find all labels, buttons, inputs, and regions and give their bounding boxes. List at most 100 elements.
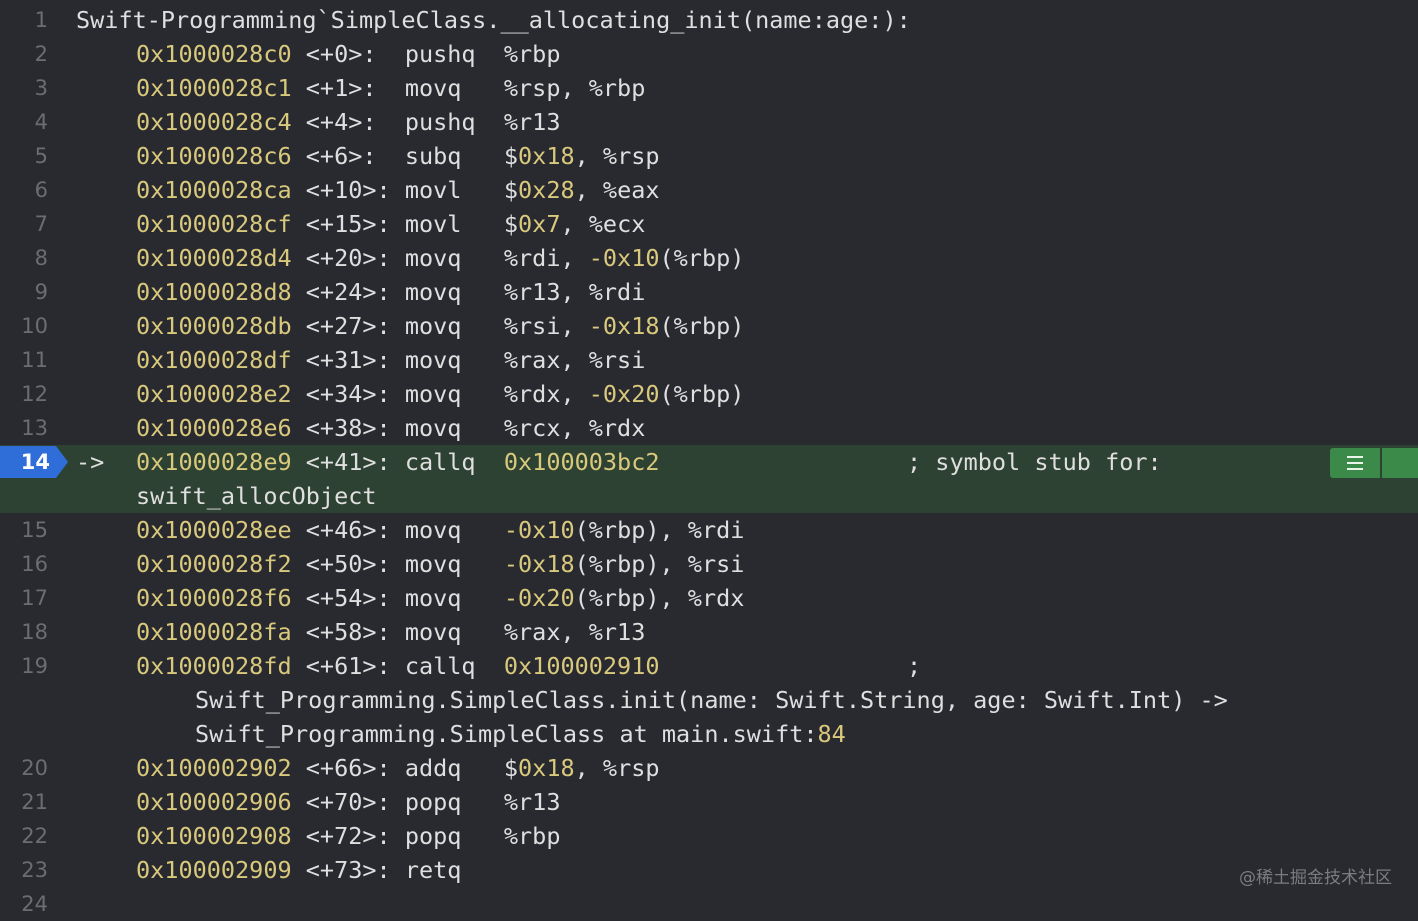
- instruction-address: 0x1000028ee: [136, 516, 292, 544]
- hex-literal: 84: [817, 720, 846, 748]
- code-line[interactable]: 10 0x1000028db <+27>: movq %rsi, -0x18(%r…: [0, 309, 1418, 343]
- instruction-offset: <+66>:: [291, 754, 405, 782]
- code-line[interactable]: 16 0x1000028f2 <+50>: movq -0x18(%rbp), %…: [0, 547, 1418, 581]
- code-line[interactable]: 1 Swift-Programming`SimpleClass.__allocat…: [0, 3, 1418, 37]
- operand-text: %rdi,: [503, 244, 589, 272]
- instruction-address: 0x1000028c4: [136, 108, 292, 136]
- instruction-offset: <+34>:: [291, 380, 405, 408]
- code-line[interactable]: 19 0x1000028fd <+61>: callq 0x100002910;: [0, 649, 1418, 683]
- operand-text: , %eax: [574, 176, 660, 204]
- instruction-mnemonic: movq: [404, 244, 504, 272]
- line-number: 23: [21, 858, 48, 882]
- instruction: 0x1000028d8 <+24>: movq %r13, %rdi: [136, 275, 645, 309]
- code-line[interactable]: 8 0x1000028d4 <+20>: movq %rdi, -0x10(%rb…: [0, 241, 1418, 275]
- operand-text: (%rbp), %rdi: [574, 516, 745, 544]
- operand-text: , %rsp: [574, 142, 660, 170]
- current-instruction-row[interactable]: 14 -> 0x1000028e9 <+41>: callq 0x100003bc2…: [0, 445, 1418, 479]
- operand-text: %r13, %rdi: [503, 278, 646, 306]
- code-line[interactable]: 12 0x1000028e2 <+34>: movq %rdx, -0x20(%r…: [0, 377, 1418, 411]
- code-line[interactable]: 9 0x1000028d8 <+24>: movq %r13, %rdi: [0, 275, 1418, 309]
- instruction-address: 0x1000028e2: [136, 380, 292, 408]
- operand-text: %rsi,: [503, 312, 589, 340]
- code-line[interactable]: 20 0x100002902 <+66>: addq $0x18, %rsp: [0, 751, 1418, 785]
- line-number: 16: [21, 552, 48, 576]
- instruction-comment: ;: [907, 652, 922, 680]
- instruction: 0x1000028c0 <+0>: pushq %rbp: [136, 37, 560, 71]
- instruction-offset: <+31>:: [291, 346, 405, 374]
- instruction-address: 0x1000028c6: [136, 142, 292, 170]
- instruction-address: 0x1000028fa: [136, 618, 292, 646]
- hex-literal: -0x20: [588, 380, 660, 408]
- code-line[interactable]: Swift_Programming.SimpleClass at main.sw…: [0, 717, 1418, 751]
- instruction-offset: <+0>:: [291, 40, 405, 68]
- instruction: 0x1000028d4 <+20>: movq %rdi, -0x10(%rbp…: [136, 241, 744, 275]
- code-line[interactable]: 23 0x100002909 <+73>: retq: [0, 853, 1418, 887]
- code-line[interactable]: 24: [0, 887, 1418, 921]
- instruction: 0x1000028ee <+46>: movq -0x10(%rbp), %rd…: [136, 513, 744, 547]
- line-number: 2: [34, 42, 48, 66]
- instruction-mnemonic: movq: [404, 584, 504, 612]
- instruction-mnemonic: callq: [404, 448, 504, 476]
- code-line[interactable]: 22 0x100002908 <+72>: popq %rbp: [0, 819, 1418, 853]
- instruction-offset: <+27>:: [291, 312, 405, 340]
- code-line[interactable]: 7 0x1000028cf <+15>: movl $0x7, %ecx: [0, 207, 1418, 241]
- instruction-address: 0x1000028e9: [136, 448, 292, 476]
- line-number: 21: [21, 790, 48, 814]
- line-number: 20: [21, 756, 48, 780]
- instruction: 0x100002909 <+73>: retq: [136, 853, 461, 887]
- hex-literal: 0x28: [518, 176, 575, 204]
- operand-text: (%rbp): [659, 312, 745, 340]
- instruction-mnemonic: movl: [404, 176, 504, 204]
- line-number: 5: [34, 144, 48, 168]
- line-number: 7: [34, 212, 48, 236]
- instruction-offset: <+15>:: [291, 210, 405, 238]
- code-line[interactable]: Swift_Programming.SimpleClass.init(name:…: [0, 683, 1418, 717]
- code-line[interactable]: 11 0x1000028df <+31>: movq %rax, %rsi: [0, 343, 1418, 377]
- hex-literal: -0x18: [503, 550, 575, 578]
- operand-text: %r13: [503, 108, 561, 136]
- instruction-mnemonic: movl: [404, 210, 504, 238]
- operand-text: $: [503, 142, 519, 170]
- instruction-offset: <+72>:: [291, 822, 405, 850]
- line-number: 4: [34, 110, 48, 134]
- instruction: 0x100002906 <+70>: popq %r13: [136, 785, 560, 819]
- continue-button[interactable]: [1382, 448, 1418, 478]
- instruction-mnemonic: movq: [404, 312, 504, 340]
- instruction-offset: <+6>:: [291, 142, 405, 170]
- program-counter-marker[interactable]: 14: [0, 446, 68, 478]
- line-number: 8: [34, 246, 48, 270]
- code-line[interactable]: 2 0x1000028c0 <+0>: pushq %rbp: [0, 37, 1418, 71]
- instruction: 0x1000028e9 <+41>: callq 0x100003bc2: [136, 445, 660, 479]
- instruction: 0x1000028db <+27>: movq %rsi, -0x18(%rbp…: [136, 309, 744, 343]
- operand-text: $: [503, 754, 519, 782]
- code-line[interactable]: 5 0x1000028c6 <+6>: subq $0x18, %rsp: [0, 139, 1418, 173]
- code-line[interactable]: 13 0x1000028e6 <+38>: movq %rcx, %rdx: [0, 411, 1418, 445]
- hex-literal: 0x7: [518, 210, 561, 238]
- instruction: 0x1000028fd <+61>: callq 0x100002910: [136, 649, 660, 683]
- code-line[interactable]: 21 0x100002906 <+70>: popq %r13: [0, 785, 1418, 819]
- instruction-mnemonic: movq: [404, 414, 504, 442]
- show-actions-button[interactable]: [1330, 448, 1380, 478]
- operand-text: Swift_Programming.SimpleClass.init(name:…: [195, 686, 1228, 714]
- instruction: 0x1000028c1 <+1>: movq %rsp, %rbp: [136, 71, 645, 105]
- code-line[interactable]: 18 0x1000028fa <+58>: movq %rax, %r13: [0, 615, 1418, 649]
- instruction-mnemonic: pushq: [404, 40, 504, 68]
- code-line[interactable]: 3 0x1000028c1 <+1>: movq %rsp, %rbp: [0, 71, 1418, 105]
- code-line[interactable]: 17 0x1000028f6 <+54>: movq -0x20(%rbp), %…: [0, 581, 1418, 615]
- instruction: 0x1000028c4 <+4>: pushq %r13: [136, 105, 560, 139]
- current-instruction-row[interactable]: swift_allocObject: [0, 479, 1418, 513]
- instruction: 0x1000028e2 <+34>: movq %rdx, -0x20(%rbp…: [136, 377, 744, 411]
- instruction-offset: <+20>:: [291, 244, 405, 272]
- hex-literal: -0x10: [588, 244, 660, 272]
- line-number: 10: [21, 314, 48, 338]
- operand-text: (%rbp), %rdx: [574, 584, 745, 612]
- code-line[interactable]: 15 0x1000028ee <+46>: movq -0x10(%rbp), %…: [0, 513, 1418, 547]
- wrapped-comment: Swift_Programming.SimpleClass at main.sw…: [195, 717, 846, 751]
- operand-text: %rbp: [503, 40, 561, 68]
- code-line[interactable]: 6 0x1000028ca <+10>: movl $0x28, %eax: [0, 173, 1418, 207]
- code-line[interactable]: 4 0x1000028c4 <+4>: pushq %r13: [0, 105, 1418, 139]
- instruction: 0x1000028c6 <+6>: subq $0x18, %rsp: [136, 139, 660, 173]
- operand-text: $: [503, 176, 519, 204]
- instruction-address: 0x1000028f6: [136, 584, 292, 612]
- instruction-mnemonic: movq: [404, 516, 504, 544]
